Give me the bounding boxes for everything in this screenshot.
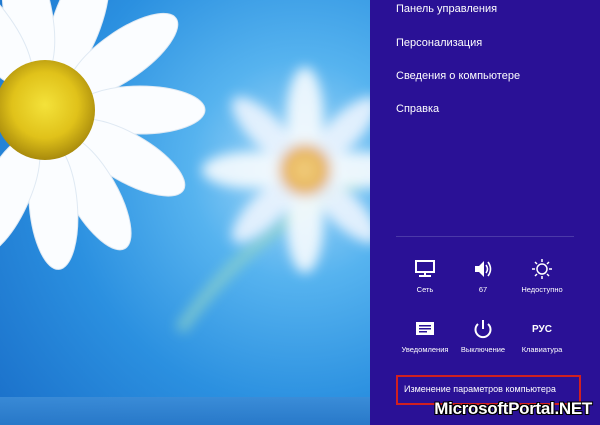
daisy-wallpaper-image [0, 0, 370, 334]
power-icon [455, 317, 511, 341]
divider [396, 236, 574, 237]
personalization-link[interactable]: Персонализация [396, 37, 482, 49]
settings-charm-pane: Панель управления Персонализация Сведени… [370, 0, 600, 425]
volume-icon [455, 257, 511, 281]
power-label: Выключение [460, 345, 506, 354]
power-tile[interactable]: Выключение [455, 317, 511, 354]
help-link[interactable]: Справка [396, 103, 439, 115]
watermark-logo: MicrosoftPortal.NET [434, 399, 592, 418]
brightness-tile[interactable]: Недоступно [514, 257, 570, 294]
keyboard-layout-glyph: РУС [532, 323, 552, 335]
keyboard-label: Клавиатура [521, 345, 563, 354]
notifications-label: Уведомления [401, 345, 449, 354]
notifications-tile[interactable]: Уведомления [397, 317, 453, 354]
brightness-label: Недоступно [521, 285, 563, 294]
brightness-icon [514, 257, 570, 281]
network-label: Сеть [416, 285, 434, 294]
desktop-wallpaper [0, 0, 370, 425]
taskbar-strip [0, 397, 370, 425]
network-tile[interactable]: Сеть [397, 257, 453, 294]
volume-level: 67 [478, 285, 488, 294]
notifications-icon [397, 317, 453, 341]
pc-info-link[interactable]: Сведения о компьютере [396, 70, 520, 82]
control-panel-link[interactable]: Панель управления [396, 3, 497, 15]
keyboard-tile[interactable]: РУС Клавиатура [514, 317, 570, 355]
change-pc-settings-label: Изменение параметров компьютера [404, 384, 556, 394]
volume-tile[interactable]: 67 [455, 257, 511, 294]
network-icon [397, 257, 453, 281]
keyboard-icon: РУС [514, 317, 570, 341]
